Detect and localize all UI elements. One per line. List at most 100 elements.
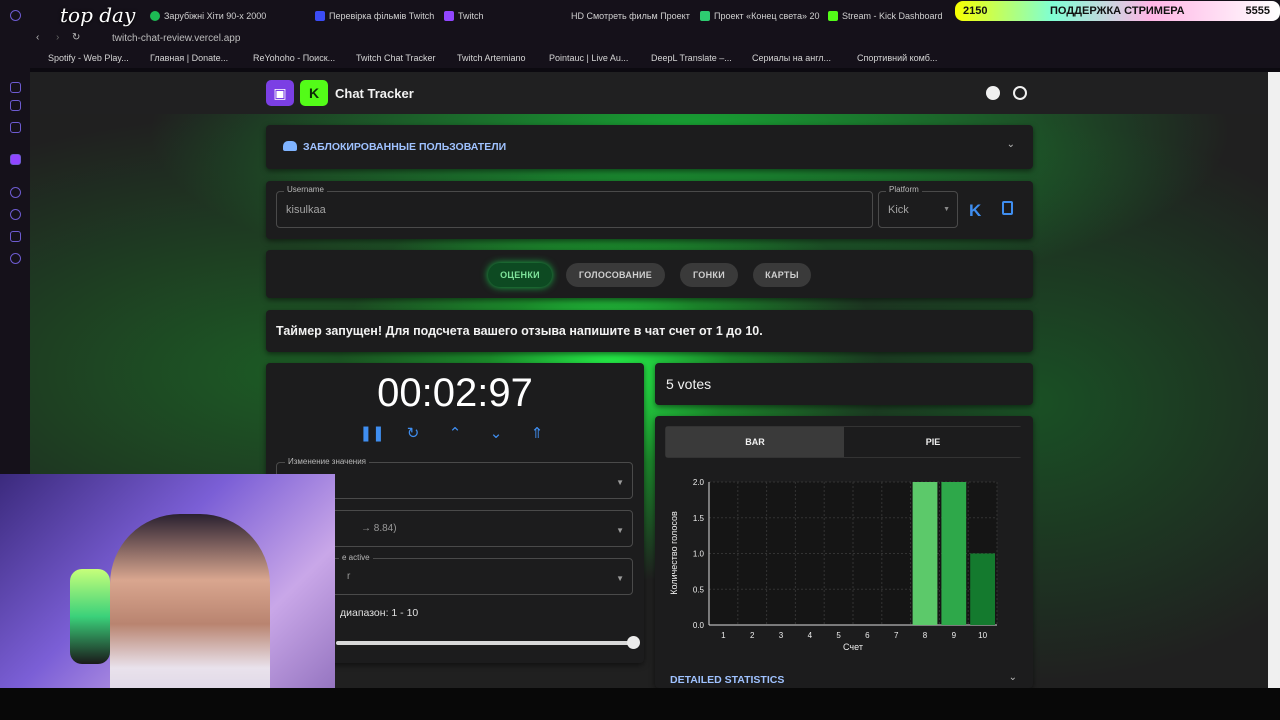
t-icon bbox=[700, 11, 710, 21]
page-scrollbar[interactable] bbox=[1268, 72, 1280, 688]
app-header: ▣ K Chat Tracker bbox=[30, 72, 1268, 114]
range-label: диапазон: 1 - 10 bbox=[340, 607, 419, 619]
opera-icon[interactable] bbox=[10, 10, 21, 21]
tab-races[interactable]: ГОНКИ bbox=[680, 263, 738, 287]
chevron-down-icon: ⌄ bbox=[1006, 139, 1015, 150]
bar-9 bbox=[941, 482, 967, 625]
kick-link-icon[interactable]: K bbox=[969, 201, 981, 221]
username-field[interactable]: Username kisulkaa bbox=[276, 185, 873, 228]
app-title: Chat Tracker bbox=[335, 86, 414, 101]
bookmark-item[interactable]: Спортивний комб... bbox=[857, 53, 937, 63]
microphone bbox=[70, 569, 110, 664]
chevron-down-icon[interactable]: ⌄ bbox=[1009, 672, 1017, 683]
tab-kick[interactable]: Stream - Kick Dashboard bbox=[828, 6, 943, 26]
sidebar-icon[interactable] bbox=[10, 122, 21, 133]
tab-film[interactable]: HD Смотреть фильм Проект bbox=[571, 6, 690, 26]
twitch-icon bbox=[444, 11, 454, 21]
chart-tab-bar: BAR PIE bbox=[665, 426, 1022, 458]
bookmark-item[interactable]: Сериалы на англ... bbox=[752, 53, 831, 63]
x-tick-label: 10 bbox=[978, 631, 987, 640]
y-tick-label: 0.5 bbox=[693, 585, 705, 594]
status-message: Таймер запущен! Для подсчета вашего отзы… bbox=[276, 324, 763, 338]
bookmark-item[interactable]: Twitch Artemiano bbox=[457, 53, 526, 63]
bottom-bar bbox=[0, 688, 1280, 720]
promo-banner: 2150 ПОДДЕРЖКА СТРИМЕРА 5555 bbox=[955, 1, 1280, 21]
mode-select-value: → 8.84) bbox=[361, 523, 397, 534]
tab-project[interactable]: Проект «Конец света» 20 bbox=[700, 6, 819, 26]
x-tick-label: 8 bbox=[923, 631, 928, 640]
tab-ratings[interactable]: ОЦЕНКИ bbox=[488, 263, 552, 287]
bookmark-item[interactable]: Главная | Donate... bbox=[150, 53, 228, 63]
platform-value: Kick bbox=[888, 204, 909, 216]
tab-label: Перевірка фільмів Twitch bbox=[329, 11, 435, 21]
bookmark-item[interactable]: Spotify - Web Play... bbox=[48, 53, 129, 63]
theme-toggle-icon[interactable] bbox=[986, 86, 1000, 100]
platform-select[interactable]: Platform Kick ▼ bbox=[878, 185, 958, 228]
blocked-users-accordion[interactable]: ЗАБЛОКИРОВАННЫЕ ПОЛЬЗОВАТЕЛИ ⌄ bbox=[266, 125, 1033, 169]
bookmark-item[interactable]: ReYohoho - Поиск... bbox=[253, 53, 335, 63]
votes-count: 5 votes bbox=[666, 376, 712, 392]
kick-logo-icon: K bbox=[300, 80, 328, 106]
username-value: kisulkaa bbox=[286, 204, 326, 216]
blocked-users-label: ЗАБЛОКИРОВАННЫЕ ПОЛЬЗОВАТЕЛИ bbox=[303, 141, 507, 153]
tab-music[interactable]: Зарубіжні Хіти 90-х 2000 bbox=[150, 6, 266, 26]
tab-bar-chart[interactable]: BAR bbox=[666, 427, 844, 457]
dropdown-arrow-icon: ▼ bbox=[616, 526, 624, 535]
timer-display: 00:02:97 bbox=[377, 371, 533, 415]
spotify-icon bbox=[150, 11, 160, 21]
address-bar: ‹ › ↻ twitch-chat-review.vercel.app bbox=[0, 30, 1280, 50]
bookmark-item[interactable]: Twitch Chat Tracker bbox=[356, 53, 436, 63]
chart-card: BAR PIE 1 2 3 4 5 6 7 8 9 10 0.0 0.5 1.0 1.5 2.0 Счет… bbox=[655, 416, 1033, 688]
bookmark-item[interactable]: Pointauc | Live Au... bbox=[549, 53, 628, 63]
dropdown-arrow-icon: ▼ bbox=[616, 478, 624, 487]
x-tick-label: 6 bbox=[865, 631, 870, 640]
url-input[interactable]: twitch-chat-review.vercel.app bbox=[112, 33, 240, 44]
sidebar-icon[interactable] bbox=[10, 100, 21, 111]
settings-icon[interactable] bbox=[10, 253, 21, 264]
y-tick-label: 2.0 bbox=[693, 478, 705, 487]
chevron-up-icon[interactable]: ⌃ bbox=[445, 423, 465, 443]
promo-right: 5555 bbox=[1245, 5, 1270, 17]
clock-icon[interactable] bbox=[10, 209, 21, 220]
users-icon bbox=[283, 141, 297, 151]
tab-label: Зарубіжні Хіти 90-х 2000 bbox=[164, 11, 267, 21]
promo-middle: ПОДДЕРЖКА СТРИМЕРА bbox=[1050, 5, 1185, 17]
x-tick-label: 4 bbox=[808, 631, 813, 640]
top-day-overlay: top day bbox=[60, 3, 136, 27]
cube-icon[interactable] bbox=[10, 231, 21, 242]
bookmarks-bar: Spotify - Web Play... Главная | Donate..… bbox=[0, 50, 1280, 68]
copy-icon[interactable] bbox=[1002, 201, 1013, 215]
tab-check[interactable]: Перевірка фільмів Twitch bbox=[315, 6, 434, 26]
status-message-card: Таймер запущен! Для подсчета вашего отзы… bbox=[266, 310, 1033, 352]
pause-icon[interactable]: ❚❚ bbox=[359, 423, 384, 443]
y-tick-label: 1.0 bbox=[693, 550, 705, 559]
tab-voting[interactable]: ГОЛОСОВАНИЕ bbox=[566, 263, 665, 287]
back-icon[interactable]: ‹ bbox=[36, 32, 39, 43]
reset-icon[interactable]: ↻ bbox=[403, 423, 423, 443]
mode-tabs-card: ОЦЕНКИ ГОЛОСОВАНИЕ ГОНКИ КАРТЫ bbox=[266, 250, 1033, 298]
bar-10 bbox=[970, 553, 995, 625]
tab-label: Stream - Kick Dashboard bbox=[842, 11, 943, 21]
dropdown-arrow-icon: ▼ bbox=[616, 574, 624, 583]
x-tick-label: 2 bbox=[750, 631, 755, 640]
chevron-down-icon[interactable]: ⌄ bbox=[486, 423, 506, 443]
platform-label: Platform bbox=[886, 185, 922, 194]
x-axis-label: Счет bbox=[843, 642, 863, 652]
reload-icon[interactable]: ↻ bbox=[72, 32, 80, 43]
language-globe-icon[interactable] bbox=[1013, 86, 1027, 100]
sidebar-icon[interactable] bbox=[10, 82, 21, 93]
bookmark-item[interactable]: DeepL Translate –... bbox=[651, 53, 732, 63]
double-chevron-up-icon[interactable]: ⇑ bbox=[527, 423, 547, 443]
tab-pie-chart[interactable]: PIE bbox=[844, 427, 1022, 457]
tab-cards[interactable]: КАРТЫ bbox=[753, 263, 811, 287]
play-icon[interactable] bbox=[10, 187, 21, 198]
detailed-stats-toggle[interactable]: DETAILED STATISTICS bbox=[670, 674, 784, 686]
browser-tab-bar: Зарубіжні Хіти 90-х 2000 Перевірка фільм… bbox=[0, 0, 1280, 30]
bar-8 bbox=[912, 482, 938, 625]
tab-twitch[interactable]: Twitch bbox=[444, 6, 484, 26]
range-slider-handle[interactable] bbox=[627, 636, 640, 649]
forward-icon[interactable]: › bbox=[56, 32, 59, 43]
twitch-icon[interactable] bbox=[10, 154, 21, 165]
y-tick-label: 1.5 bbox=[693, 514, 705, 523]
range-slider-track[interactable] bbox=[336, 641, 633, 645]
